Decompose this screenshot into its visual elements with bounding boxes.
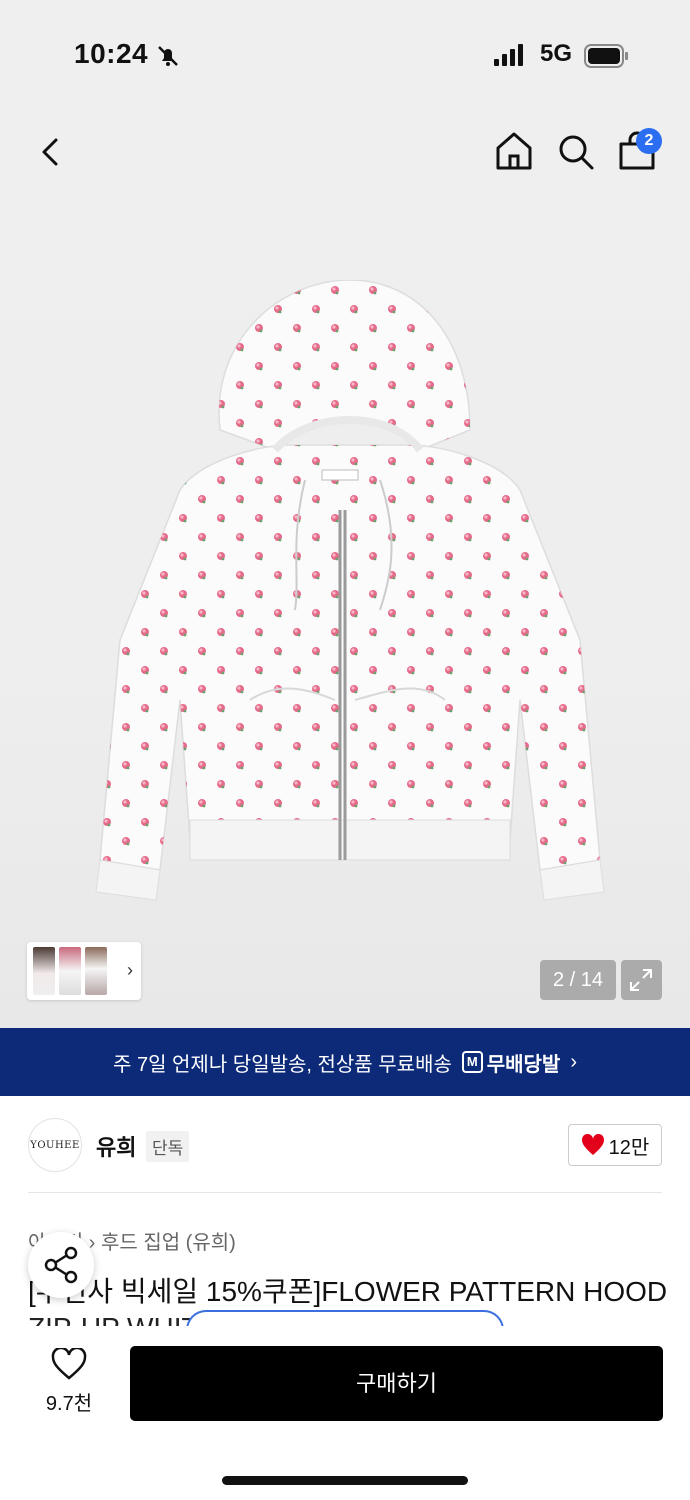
delivery-truck-icon: M (461, 1051, 483, 1073)
image-counter: 2 / 14 (540, 960, 616, 1000)
cart-count-badge: 2 (636, 128, 662, 154)
status-time: 10:24 (74, 38, 149, 69)
thumbnail-1[interactable] (33, 947, 55, 995)
expand-icon[interactable] (621, 960, 662, 1000)
share-icon (44, 1246, 78, 1284)
free-shipping-banner[interactable]: 주 7일 언제나 당일발송, 전상품 무료배송 M 무배당발 › (0, 1028, 690, 1096)
product-title: [무신사 빅세일 15%쿠폰]FLOWER PATTERN HOOD (28, 1276, 668, 1307)
home-icon[interactable] (494, 130, 534, 172)
heart-outline-icon (51, 1346, 87, 1380)
hoodie-product-image (95, 280, 605, 901)
brand-row: YOUHEE 유희 단독 12만 (28, 1118, 662, 1174)
share-button[interactable] (28, 1232, 94, 1298)
brand-name[interactable]: 유희 (96, 1130, 136, 1162)
battery-icon (584, 44, 628, 68)
signal-icon (494, 44, 523, 66)
thumbnail-3[interactable] (85, 947, 107, 995)
divider (28, 1192, 662, 1193)
banner-brand: M 무배당발 (461, 1048, 560, 1077)
brand-logo[interactable]: YOUHEE (28, 1118, 82, 1172)
chevron-right-icon: › (570, 1050, 577, 1073)
product-image-gallery[interactable]: 2 › 2 / 14 (0, 110, 690, 1028)
search-icon[interactable] (556, 132, 596, 172)
thumbnail-strip[interactable]: › (27, 942, 141, 1000)
chevron-right-icon[interactable]: › (127, 960, 133, 981)
banner-text: 주 7일 언제나 당일발송, 전상품 무료배송 (113, 1053, 452, 1076)
wishlist-button[interactable]: 9.7천 (34, 1346, 104, 1416)
home-indicator (222, 1476, 468, 1485)
heart-filled-icon (581, 1134, 604, 1155)
brand-like-count: 12만 (608, 1136, 650, 1159)
wishlist-count: 9.7천 (45, 1393, 93, 1415)
brand-like-button[interactable]: 12만 (568, 1124, 662, 1166)
status-bar: 10:24 5G (0, 0, 690, 110)
bell-off-icon (158, 46, 178, 66)
network-type: 5G (540, 40, 573, 67)
thumbnail-2[interactable] (59, 947, 81, 995)
back-icon[interactable] (32, 132, 72, 172)
exclusive-tag: 단독 (146, 1131, 190, 1162)
bottom-action-bar: 9.7천 구매하기 (0, 1326, 690, 1500)
buy-button[interactable]: 구매하기 (130, 1346, 663, 1421)
